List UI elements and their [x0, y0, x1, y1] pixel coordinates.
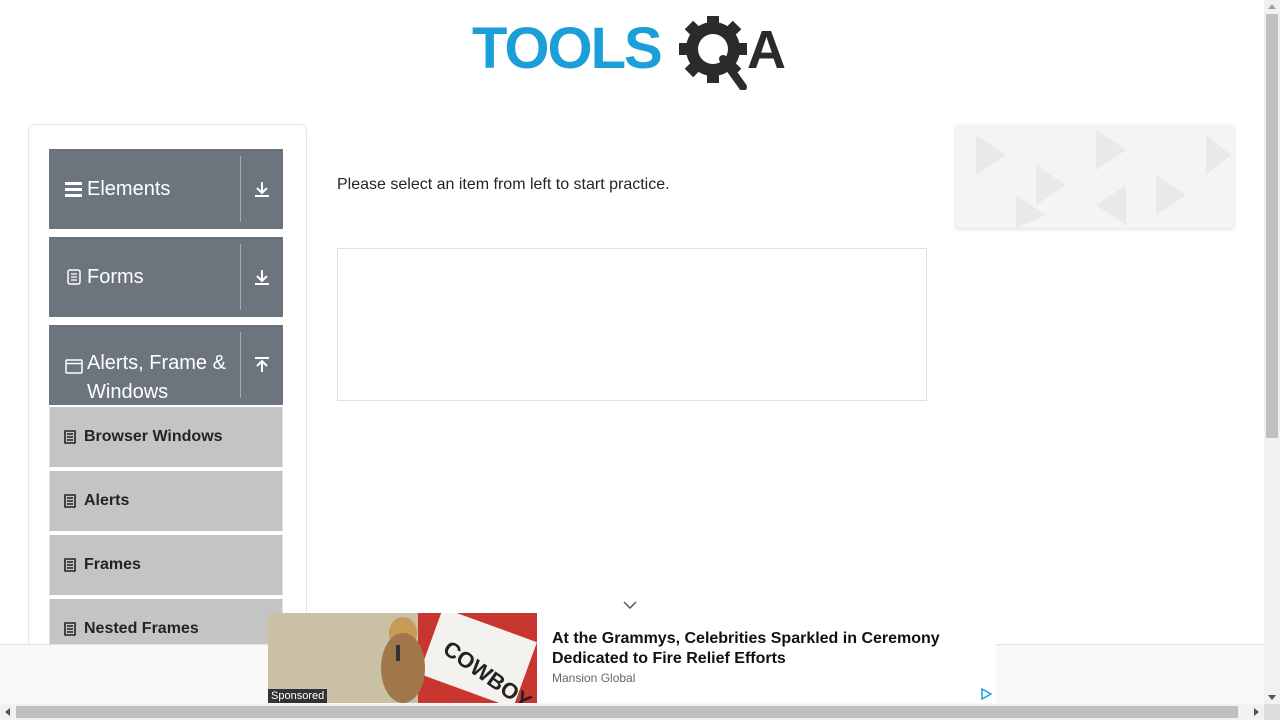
ad-image[interactable]: COWBOY Sponsored	[268, 613, 537, 703]
sponsored-ad[interactable]: COWBOY Sponsored At the Grammys, Celebri…	[268, 613, 996, 703]
ad-source: Mansion Global	[552, 671, 636, 685]
group-alerts-label: Alerts, Frame & Windows	[87, 352, 226, 403]
menu-item-label: Browser Windows	[84, 428, 223, 445]
window-icon	[65, 357, 83, 375]
logo-tools-text: TOOLS	[472, 16, 661, 81]
horizontal-scroll-thumb[interactable]	[16, 706, 1238, 718]
chevron-down-icon[interactable]	[622, 598, 638, 610]
content-placeholder-box	[337, 248, 927, 401]
instruction-text: Please select an item from left to start…	[337, 176, 670, 193]
hamburger-icon	[65, 180, 83, 198]
group-alerts-frame-windows[interactable]: Alerts, Frame & Windows	[49, 325, 283, 405]
document-icon	[65, 268, 83, 286]
scroll-down-arrow-icon[interactable]	[1268, 695, 1276, 700]
download-arrow-icon[interactable]	[241, 149, 283, 229]
upload-arrow-icon[interactable]	[241, 325, 283, 405]
horizontal-scrollbar[interactable]	[0, 704, 1264, 720]
ad-title[interactable]: At the Grammys, Celebrities Sparkled in …	[552, 629, 972, 669]
menu-item-label: Alerts	[84, 492, 130, 509]
menu-item-label: Nested Frames	[84, 620, 199, 637]
group-elements[interactable]: Elements	[49, 149, 283, 229]
menu-item-label: Frames	[84, 556, 141, 573]
vertical-scroll-thumb[interactable]	[1266, 14, 1278, 438]
toolsqa-logo[interactable]: TOOLS A	[472, 15, 796, 91]
scroll-up-arrow-icon[interactable]	[1268, 4, 1276, 9]
adchoices-icon[interactable]	[980, 687, 993, 701]
sponsored-label: Sponsored	[268, 689, 328, 703]
group-forms[interactable]: Forms	[49, 237, 283, 317]
group-elements-label: Elements	[87, 177, 171, 200]
scroll-left-arrow-icon[interactable]	[5, 708, 10, 716]
download-arrow-icon[interactable]	[241, 237, 283, 317]
left-nav-panel: Elements Forms Alerts, Frame & Windows B…	[28, 124, 307, 666]
gear-icon	[679, 15, 747, 91]
list-item-icon	[64, 558, 76, 572]
menu-item-alerts[interactable]: Alerts	[49, 470, 283, 532]
group-forms-label: Forms	[87, 265, 144, 288]
menu-item-browser-windows[interactable]: Browser Windows	[49, 406, 283, 468]
alerts-submenu: Browser Windows Alerts Frames Nested Fra…	[49, 406, 283, 662]
list-item-icon	[64, 430, 76, 444]
ad-banner-right[interactable]	[956, 125, 1234, 228]
menu-item-frames[interactable]: Frames	[49, 534, 283, 596]
scroll-right-arrow-icon[interactable]	[1254, 708, 1259, 716]
list-item-icon	[64, 494, 76, 508]
list-item-icon	[64, 622, 76, 636]
vertical-scrollbar[interactable]	[1264, 0, 1280, 704]
logo-a-text: A	[747, 20, 786, 80]
scrollbar-corner	[1264, 704, 1280, 720]
